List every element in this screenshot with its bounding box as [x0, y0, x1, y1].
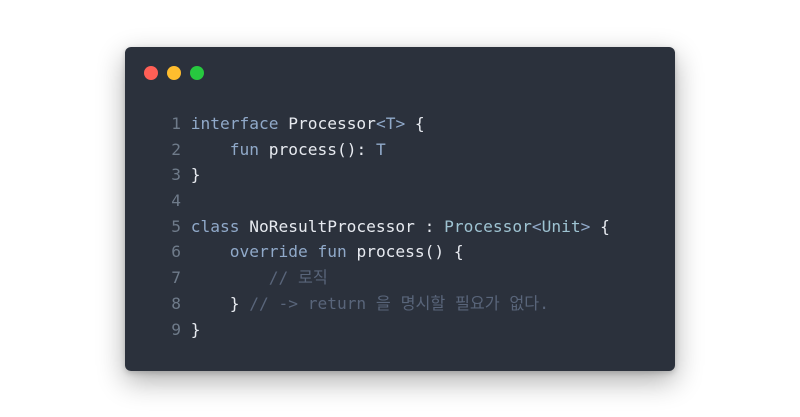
code-line: 5 class NoResultProcessor : Processor<Un…	[153, 214, 610, 240]
code-block: 1 interface Processor<T> {2 fun process(…	[153, 111, 610, 342]
code-line: 9 }	[153, 317, 610, 343]
code-content: } // -> return 을 명시할 필요가 없다.	[181, 291, 549, 317]
line-number: 7	[171, 268, 181, 288]
window-controls	[144, 66, 204, 80]
code-content: }	[181, 317, 201, 343]
code-token: Processor	[444, 216, 532, 236]
code-token: process():	[258, 139, 376, 159]
code-token: >	[395, 114, 406, 133]
line-number: 4	[171, 191, 181, 211]
line-number: 8	[171, 293, 181, 313]
maximize-button[interactable]	[190, 66, 204, 80]
close-button[interactable]	[144, 66, 158, 80]
line-number: 1	[171, 114, 181, 133]
code-line: 2 fun process(): T	[153, 137, 610, 163]
code-token: }	[190, 165, 201, 185]
code-token: Unit	[541, 216, 581, 236]
code-line: 1 interface Processor<T> {	[153, 111, 610, 137]
code-token: NoResultProcessor :	[239, 216, 445, 236]
code-token: class	[190, 216, 240, 236]
code-token: // -> return 을 명시할 필요가 없다.	[249, 293, 549, 313]
line-number: 5	[171, 216, 181, 236]
code-token: }	[190, 293, 250, 313]
code-token: T	[385, 114, 396, 133]
code-line: 4	[153, 188, 610, 214]
code-token: Processor	[278, 114, 376, 133]
code-content: // 로직	[181, 265, 328, 291]
code-line: 8 } // -> return 을 명시할 필요가 없다.	[153, 291, 610, 317]
code-line: 6 override fun process() {	[153, 239, 610, 265]
code-content: class NoResultProcessor : Processor<Unit…	[181, 214, 610, 240]
code-token: <	[531, 216, 542, 236]
code-token: process() {	[346, 242, 464, 262]
code-token: >	[580, 216, 591, 236]
code-content: }	[181, 162, 201, 188]
minimize-button[interactable]	[167, 66, 181, 80]
code-token: {	[405, 114, 425, 133]
code-window: 1 interface Processor<T> {2 fun process(…	[125, 47, 675, 371]
code-token: {	[590, 216, 610, 236]
line-number: 6	[171, 242, 181, 262]
line-number: 2	[171, 139, 181, 159]
code-token: // 로직	[268, 268, 328, 288]
code-token: fun	[317, 242, 347, 262]
code-token: interface	[190, 114, 279, 133]
line-number: 3	[171, 165, 181, 185]
code-token: override	[229, 242, 308, 262]
code-line: 3 }	[153, 162, 610, 188]
code-content: interface Processor<T> {	[181, 111, 425, 137]
code-line: 7 // 로직	[153, 265, 610, 291]
code-content: override fun process() {	[181, 239, 464, 265]
code-token: fun	[229, 139, 259, 159]
code-token: }	[190, 319, 201, 339]
line-number: 9	[171, 319, 181, 339]
code-token: T	[375, 139, 386, 159]
code-token: <	[375, 114, 386, 133]
code-content	[181, 188, 191, 214]
code-content: fun process(): T	[181, 137, 386, 163]
